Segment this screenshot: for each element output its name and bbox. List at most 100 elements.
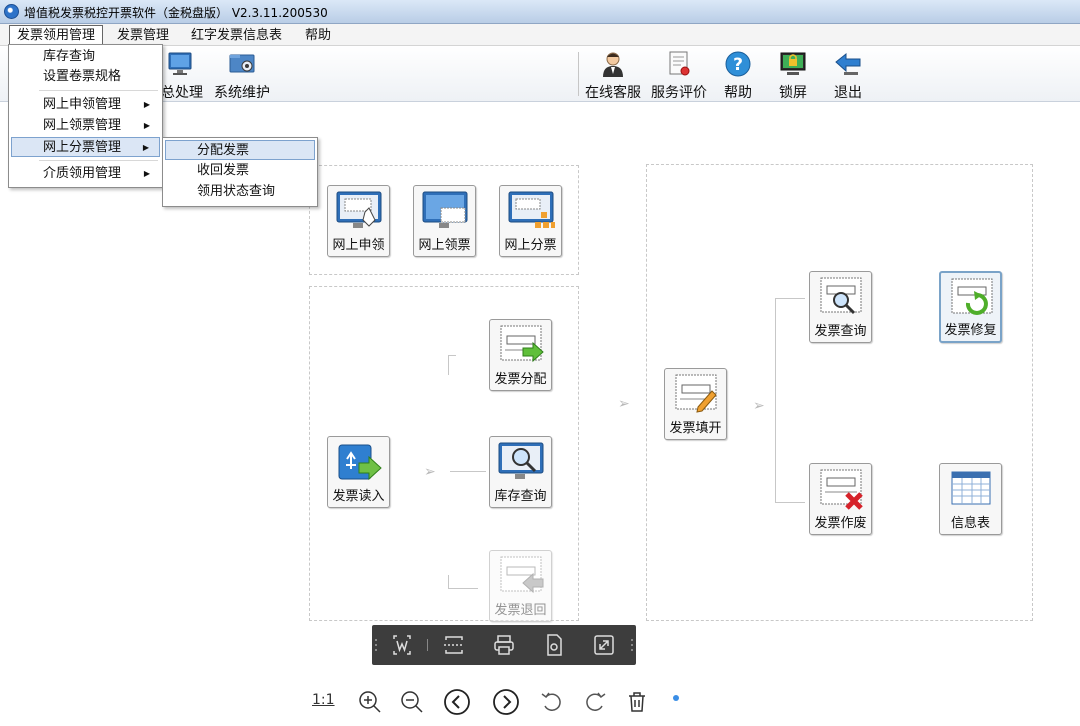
toolbar-summary-button[interactable]: 总处理 [160, 48, 204, 101]
scan-icon[interactable] [442, 633, 466, 657]
dd-online-receive-label: 网上领票管理 [43, 118, 122, 133]
dd-media-receive[interactable]: 介质领用管理 ▶ [11, 164, 160, 184]
tile-online-distribute[interactable]: 网上分票 [499, 185, 562, 257]
invoice-void-icon [820, 469, 863, 510]
toolbar-separator [578, 52, 579, 96]
invoice-query-icon [820, 277, 862, 315]
tile-invoice-return-label: 发票退回 [494, 603, 547, 618]
dd-online-receive[interactable]: 网上领票管理 ▶ [11, 116, 160, 136]
tile-invoice-distribute-label: 发票分配 [494, 372, 547, 387]
toolbar-system-maintain-button[interactable]: 系统维护 [212, 48, 272, 101]
help-icon: ? [725, 51, 751, 77]
connector-line [775, 298, 805, 299]
sub-distribute-invoice[interactable]: 分配发票 [165, 140, 315, 160]
viewer-grip [375, 649, 377, 651]
customer-service-icon [603, 52, 623, 77]
dd-online-apply[interactable]: 网上申领管理 ▶ [11, 95, 160, 115]
dd-media-receive-label: 介质领用管理 [43, 166, 122, 181]
tile-invoice-repair-label: 发票修复 [944, 323, 997, 338]
invoice-read-icon [338, 444, 382, 481]
menu-help[interactable]: 帮助 [298, 26, 338, 45]
tile-invoice-distribute[interactable]: 发票分配 [489, 319, 552, 391]
exit-icon [835, 52, 861, 75]
tile-invoice-repair[interactable]: 发票修复 [939, 271, 1002, 343]
dd-stock-query[interactable]: 库存查询 [11, 47, 160, 67]
sub-distribute-invoice-label: 分配发票 [197, 143, 250, 158]
tile-invoice-read-label: 发票读入 [332, 489, 385, 504]
chevron-right-icon: ▶ [143, 121, 150, 130]
menu-bar: 发票领用管理 发票管理 红字发票信息表 帮助 [0, 24, 1080, 46]
dd-roll-spec[interactable]: 设置卷票规格 [11, 67, 160, 87]
dd-separator [39, 160, 158, 161]
monitor-icon [168, 52, 192, 75]
toolbar-summary-label: 总处理 [161, 85, 203, 101]
chevron-right-icon: ▶ [142, 143, 149, 152]
tile-online-apply[interactable]: 网上申领 [327, 185, 390, 257]
toolbar-lock-screen-button[interactable]: 锁屏 [777, 48, 809, 101]
connector-line [448, 588, 478, 589]
sub-recall-invoice[interactable]: 收回发票 [165, 161, 315, 181]
tile-invoice-void[interactable]: 发票作废 [809, 463, 872, 535]
tile-invoice-query[interactable]: 发票查询 [809, 271, 872, 343]
connector-line [775, 298, 776, 502]
viewer-grip [631, 649, 633, 651]
rotate-left-icon[interactable] [538, 688, 566, 716]
window-title: 增值税发票税控开票软件（金税盘版） V2.3.11.200530 [24, 6, 328, 20]
connector-line [775, 502, 805, 503]
toolbar-service-rating-button[interactable]: 服务评价 [650, 48, 708, 101]
word-export-icon[interactable] [390, 633, 414, 657]
actual-size-button[interactable]: 1:1 [312, 692, 335, 708]
tile-stock-query-label: 库存查询 [494, 489, 547, 504]
ocr-document-icon[interactable] [542, 633, 566, 657]
tile-invoice-query-label: 发票查询 [814, 324, 867, 339]
sub-receive-status-query-label: 领用状态查询 [197, 184, 276, 199]
menu-invoice-receive-manage[interactable]: 发票领用管理 [9, 25, 104, 46]
menu-red-invoice-info[interactable]: 红字发票信息表 [184, 26, 289, 45]
zoom-out-icon[interactable] [398, 688, 426, 716]
toolbar-exit-button[interactable]: 退出 [832, 48, 864, 101]
rotate-right-icon[interactable] [581, 688, 609, 716]
toolbar-online-service-label: 在线客服 [585, 85, 641, 101]
connector-line [448, 355, 449, 375]
toolbar-online-service-button[interactable]: 在线客服 [584, 48, 642, 101]
lock-screen-icon [780, 52, 806, 75]
dd-online-distribute[interactable]: 网上分票管理 ▶ [11, 137, 160, 157]
toolbar-exit-label: 退出 [834, 85, 862, 101]
fullscreen-icon[interactable] [592, 633, 616, 657]
sub-receive-status-query[interactable]: 领用状态查询 [165, 182, 315, 202]
tile-online-receive[interactable]: 网上领票 [413, 185, 476, 257]
toolbar-service-rating-label: 服务评价 [651, 85, 707, 101]
dd-roll-spec-label: 设置卷票规格 [43, 69, 122, 84]
connector-line [448, 355, 456, 356]
invoice-return-icon [500, 556, 544, 594]
zoom-in-icon[interactable] [356, 688, 384, 716]
delete-icon[interactable] [623, 688, 651, 716]
viewer-grip [631, 639, 633, 641]
tile-online-distribute-label: 网上分票 [504, 238, 557, 253]
toolbar-system-maintain-label: 系统维护 [214, 85, 270, 101]
dd-online-apply-label: 网上申领管理 [43, 97, 122, 112]
menu-invoice-manage[interactable]: 发票管理 [110, 26, 176, 45]
next-icon[interactable] [492, 688, 520, 716]
viewer-grip [375, 644, 377, 646]
tile-invoice-read[interactable]: 发票读入 [327, 436, 390, 508]
status-dot [673, 695, 679, 701]
sub-recall-invoice-label: 收回发票 [197, 163, 250, 178]
chevron-right-icon: ▶ [143, 169, 150, 178]
previous-icon[interactable] [443, 688, 471, 716]
tile-stock-query[interactable]: 库存查询 [489, 436, 552, 508]
online-distribute-icon [508, 191, 555, 228]
invoice-repair-icon [951, 278, 993, 315]
tile-invoice-return[interactable]: 发票退回 [489, 550, 552, 622]
tile-invoice-void-label: 发票作废 [814, 516, 867, 531]
tile-info-table[interactable]: 信息表 [939, 463, 1002, 535]
dd-stock-query-label: 库存查询 [43, 49, 96, 64]
app-logo-icon [4, 4, 19, 19]
tile-invoice-fill-label: 发票填开 [669, 421, 722, 436]
system-maintain-icon [229, 54, 255, 73]
print-icon[interactable] [492, 633, 516, 657]
connector-line [448, 575, 449, 589]
tile-invoice-fill[interactable]: 发票填开 [664, 368, 727, 440]
stock-query-icon [498, 442, 544, 479]
toolbar-help-button[interactable]: ? 帮助 [722, 48, 754, 101]
